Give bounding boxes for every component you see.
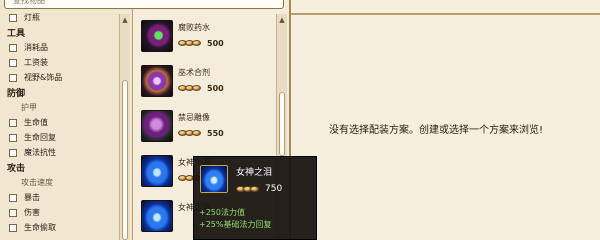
checkbox[interactable] bbox=[9, 148, 17, 157]
item-entry[interactable]: 禁忌雕像 550 bbox=[137, 110, 275, 155]
filter-category-heading: 工具 bbox=[0, 25, 118, 40]
checkbox[interactable] bbox=[9, 13, 17, 22]
elixir-of-sorcery-icon[interactable] bbox=[141, 65, 173, 97]
item-name: 禁忌雕像 bbox=[178, 113, 210, 122]
filter-label: 生命值 bbox=[24, 118, 48, 127]
checkbox[interactable] bbox=[9, 208, 17, 217]
filter-subheading: 护甲 bbox=[0, 100, 118, 115]
checkbox[interactable] bbox=[9, 133, 17, 142]
item-price-value: 500 bbox=[207, 38, 224, 48]
tear-of-the-goddess-icon bbox=[200, 165, 228, 193]
item-name: 巫术合剂 bbox=[178, 68, 210, 77]
filter-label: 灯瓶 bbox=[24, 13, 40, 22]
filter-subheading: 攻击速度 bbox=[0, 175, 118, 190]
filter-category-heading: 防御 bbox=[0, 85, 118, 100]
filter-checkbox-row[interactable]: 灯瓶 bbox=[0, 10, 118, 25]
item-entry[interactable]: 巫术合剂 500 bbox=[137, 65, 275, 110]
checkbox[interactable] bbox=[9, 193, 17, 202]
filter-checkbox-row[interactable]: 生命偷取 bbox=[0, 220, 118, 235]
empty-build-message: 没有选择配装方案。创建或选择一个方案来浏览! bbox=[329, 125, 544, 136]
filter-list: 灯瓶 工具 消耗品 工资装 视野&饰品 防御 护甲 生命值 生命回复 魔法抗性 … bbox=[0, 10, 118, 235]
filter-label: 消耗品 bbox=[24, 43, 48, 52]
scroll-up-arrow-icon[interactable]: ▲ bbox=[120, 15, 130, 25]
item-search-input[interactable]: 查找物品 bbox=[4, 0, 284, 9]
item-price: 550 bbox=[178, 128, 224, 138]
tooltip-item-name: 女神之泪 bbox=[236, 168, 273, 178]
filter-scrollbar-thumb[interactable] bbox=[122, 80, 128, 240]
checkbox[interactable] bbox=[9, 223, 17, 232]
corrupting-potion-icon[interactable] bbox=[141, 20, 173, 52]
filter-checkbox-row[interactable]: 生命回复 bbox=[0, 130, 118, 145]
filter-scrollbar[interactable]: ▲ bbox=[119, 14, 130, 240]
scroll-up-arrow-icon[interactable]: ▲ bbox=[277, 15, 287, 25]
item-tooltip: 女神之泪 750 +250法力值 +25%基础法力回复 bbox=[193, 156, 317, 240]
tear-of-the-goddess-icon[interactable] bbox=[141, 155, 173, 187]
item-price-value: 500 bbox=[207, 83, 224, 93]
build-header-bar bbox=[291, 0, 600, 15]
filter-checkbox-row[interactable]: 暴击 bbox=[0, 190, 118, 205]
filter-category-heading: 攻击 bbox=[0, 160, 118, 175]
item-entry[interactable]: 腐败药水 500 bbox=[137, 20, 275, 65]
filter-panel: 灯瓶 工具 消耗品 工资装 视野&饰品 防御 护甲 生命值 生命回复 魔法抗性 … bbox=[0, 0, 133, 240]
filter-label: 视野&饰品 bbox=[24, 73, 63, 82]
checkbox[interactable] bbox=[9, 118, 17, 127]
tooltip-price-value: 750 bbox=[265, 184, 283, 194]
checkbox[interactable] bbox=[9, 43, 17, 52]
build-view: 没有选择配装方案。创建或选择一个方案来浏览! bbox=[291, 0, 600, 240]
tooltip-stat-mana: +250法力值 bbox=[199, 208, 245, 217]
tear-of-the-goddess-icon[interactable] bbox=[141, 200, 173, 232]
subheading-label: 攻击速度 bbox=[21, 178, 53, 187]
filter-label: 生命回复 bbox=[24, 133, 56, 142]
filter-label: 伤害 bbox=[24, 208, 40, 217]
gold-coins-icon bbox=[178, 128, 203, 138]
item-price-value: 550 bbox=[207, 128, 224, 138]
filter-checkbox-row[interactable]: 工资装 bbox=[0, 55, 118, 70]
checkbox[interactable] bbox=[9, 58, 17, 67]
subheading-label: 护甲 bbox=[21, 103, 37, 112]
item-price: 500 bbox=[178, 83, 224, 93]
forbidden-idol-icon[interactable] bbox=[141, 110, 173, 142]
filter-checkbox-row[interactable]: 魔法抗性 bbox=[0, 145, 118, 160]
tooltip-price: 750 bbox=[236, 184, 282, 194]
checkbox[interactable] bbox=[9, 73, 17, 82]
filter-label: 工资装 bbox=[24, 58, 48, 67]
category-label: 工具 bbox=[7, 29, 26, 39]
filter-label: 暴击 bbox=[24, 193, 40, 202]
filter-checkbox-row[interactable]: 生命值 bbox=[0, 115, 118, 130]
category-label: 防御 bbox=[7, 89, 26, 99]
gold-coins-icon bbox=[236, 184, 261, 194]
item-name: 腐败药水 bbox=[178, 23, 210, 32]
filter-checkbox-row[interactable]: 消耗品 bbox=[0, 40, 118, 55]
item-price: 500 bbox=[178, 38, 224, 48]
filter-label: 魔法抗性 bbox=[24, 148, 56, 157]
gold-coins-icon bbox=[178, 38, 203, 48]
item-scrollbar-thumb[interactable] bbox=[279, 92, 285, 156]
filter-checkbox-row[interactable]: 视野&饰品 bbox=[0, 70, 118, 85]
filter-checkbox-row[interactable]: 伤害 bbox=[0, 205, 118, 220]
gold-coins-icon bbox=[178, 83, 203, 93]
tooltip-stat-mana-regen: +25%基础法力回复 bbox=[199, 220, 272, 229]
filter-label: 生命偷取 bbox=[24, 223, 56, 232]
category-label: 攻击 bbox=[7, 164, 26, 174]
